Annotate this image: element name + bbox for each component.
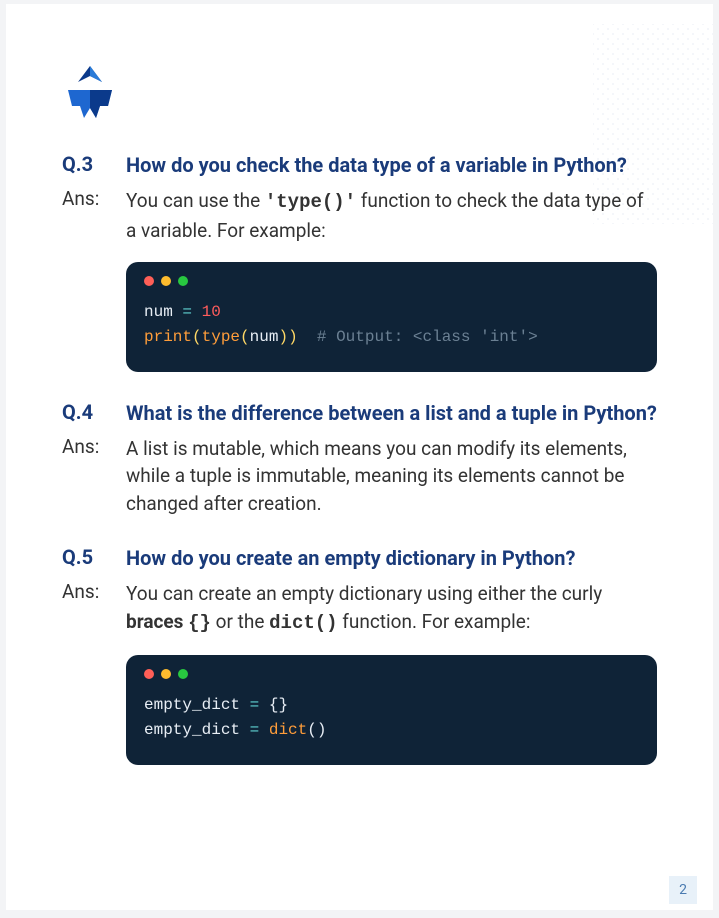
code-line: empty_dict = dict(): [144, 718, 639, 743]
page-number: 2: [669, 876, 697, 904]
window-dot-icon: [178, 276, 188, 286]
answer-label: Ans:: [62, 580, 112, 603]
answer-label: Ans:: [62, 435, 112, 458]
code-block: empty_dict = {}empty_dict = dict(): [126, 655, 657, 765]
brand-logo: [62, 64, 657, 124]
window-controls: [144, 669, 639, 679]
document-page: Q.3 How do you check the data type of a v…: [6, 4, 713, 910]
code-line: print(type(num)) # Output: <class 'int'>: [144, 325, 639, 350]
question-number: Q.4: [62, 400, 108, 424]
window-dot-icon: [161, 276, 171, 286]
window-dot-icon: [144, 669, 154, 679]
question-number: Q.3: [62, 152, 108, 176]
window-dot-icon: [161, 669, 171, 679]
question-text: What is the difference between a list an…: [126, 400, 657, 427]
code-line: num = 10: [144, 300, 639, 325]
window-controls: [144, 276, 639, 286]
qa-block: Q.5 How do you create an empty dictionary…: [62, 545, 657, 765]
answer-text: You can use the 'type()' function to che…: [126, 187, 657, 244]
window-dot-icon: [144, 276, 154, 286]
window-dot-icon: [178, 669, 188, 679]
answer-label: Ans:: [62, 187, 112, 210]
question-number: Q.5: [62, 545, 108, 569]
question-text: How do you check the data type of a vari…: [126, 152, 627, 179]
code-block: num = 10print(type(num)) # Output: <clas…: [126, 262, 657, 372]
answer-text: A list is mutable, which means you can m…: [126, 435, 657, 518]
answer-text: You can create an empty dictionary using…: [126, 580, 657, 637]
qa-block: Q.4 What is the difference between a list…: [62, 400, 657, 518]
qa-block: Q.3 How do you check the data type of a v…: [62, 152, 657, 372]
question-text: How do you create an empty dictionary in…: [126, 545, 575, 572]
code-line: empty_dict = {}: [144, 693, 639, 718]
